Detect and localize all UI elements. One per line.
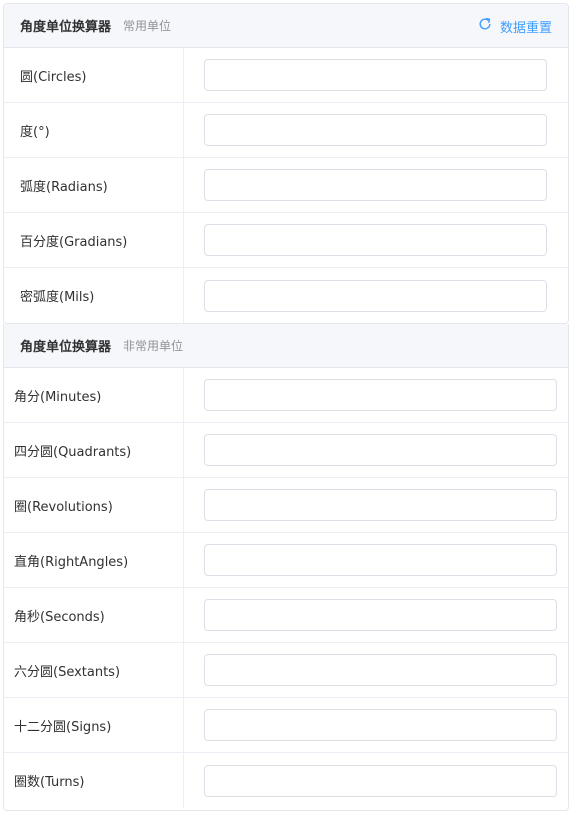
signs-input[interactable]: [204, 709, 557, 741]
unit-row-gradians: 百分度(Gradians): [4, 213, 568, 268]
panel-header: 角度单位换算器 非常用单位: [4, 324, 568, 368]
unit-label: 弧度(Radians): [4, 158, 184, 212]
unit-row-turns: 圈数(Turns): [4, 753, 568, 808]
unit-row-degrees: 度(°): [4, 103, 568, 158]
panel-subtitle: 非常用单位: [123, 339, 184, 353]
turns-input[interactable]: [204, 764, 557, 797]
panel-subtitle: 常用单位: [123, 19, 172, 33]
unit-row-radians: 弧度(Radians): [4, 158, 568, 213]
unit-row-quadrants: 四分圆(Quadrants): [4, 423, 568, 478]
refresh-icon: [478, 17, 500, 35]
unit-row-sextants: 六分圆(Sextants): [4, 643, 568, 698]
panel-title: 角度单位换算器: [20, 20, 112, 35]
unit-row-revolutions: 圈(Revolutions): [4, 478, 568, 533]
panel-header: 角度单位换算器 常用单位 数据重置: [4, 4, 568, 48]
unit-label: 圈(Revolutions): [4, 478, 184, 532]
unit-label: 角分(Minutes): [4, 368, 184, 422]
mils-input[interactable]: [204, 279, 547, 312]
unit-row-signs: 十二分圆(Signs): [4, 698, 568, 753]
gradians-input[interactable]: [204, 224, 547, 256]
unit-label: 四分圆(Quadrants): [4, 423, 184, 477]
sextants-input[interactable]: [204, 654, 557, 686]
unit-row-right-angles: 直角(RightAngles): [4, 533, 568, 588]
unit-label: 十二分圆(Signs): [4, 698, 184, 752]
unit-row-circles: 圆(Circles): [4, 48, 568, 103]
quadrants-input[interactable]: [204, 434, 557, 466]
minutes-input[interactable]: [204, 379, 557, 411]
unit-row-mils: 密弧度(Mils): [4, 268, 568, 323]
unit-label: 角秒(Seconds): [4, 588, 184, 642]
seconds-input[interactable]: [204, 599, 557, 631]
unit-label: 百分度(Gradians): [4, 213, 184, 267]
unit-label: 直角(RightAngles): [4, 533, 184, 587]
unit-label: 圈数(Turns): [4, 753, 184, 808]
uncommon-units-panel: 角度单位换算器 非常用单位 角分(Minutes) 四分圆(Quadrants)…: [3, 324, 569, 811]
unit-row-minutes: 角分(Minutes): [4, 368, 568, 423]
revolutions-input[interactable]: [204, 489, 557, 521]
reset-button[interactable]: 数据重置: [478, 4, 552, 48]
unit-label: 密弧度(Mils): [4, 268, 184, 323]
circles-input[interactable]: [204, 59, 547, 91]
right-angles-input[interactable]: [204, 544, 557, 576]
panel-title: 角度单位换算器: [20, 340, 112, 355]
radians-input[interactable]: [204, 169, 547, 201]
reset-label: 数据重置: [499, 20, 552, 36]
unit-label: 圆(Circles): [4, 48, 184, 102]
unit-label: 六分圆(Sextants): [4, 643, 184, 697]
unit-label: 度(°): [4, 103, 184, 157]
unit-row-seconds: 角秒(Seconds): [4, 588, 568, 643]
degrees-input[interactable]: [204, 114, 547, 146]
common-units-panel: 角度单位换算器 常用单位 数据重置 圆(Circles) 度(°) 弧度(Rad…: [3, 3, 569, 324]
